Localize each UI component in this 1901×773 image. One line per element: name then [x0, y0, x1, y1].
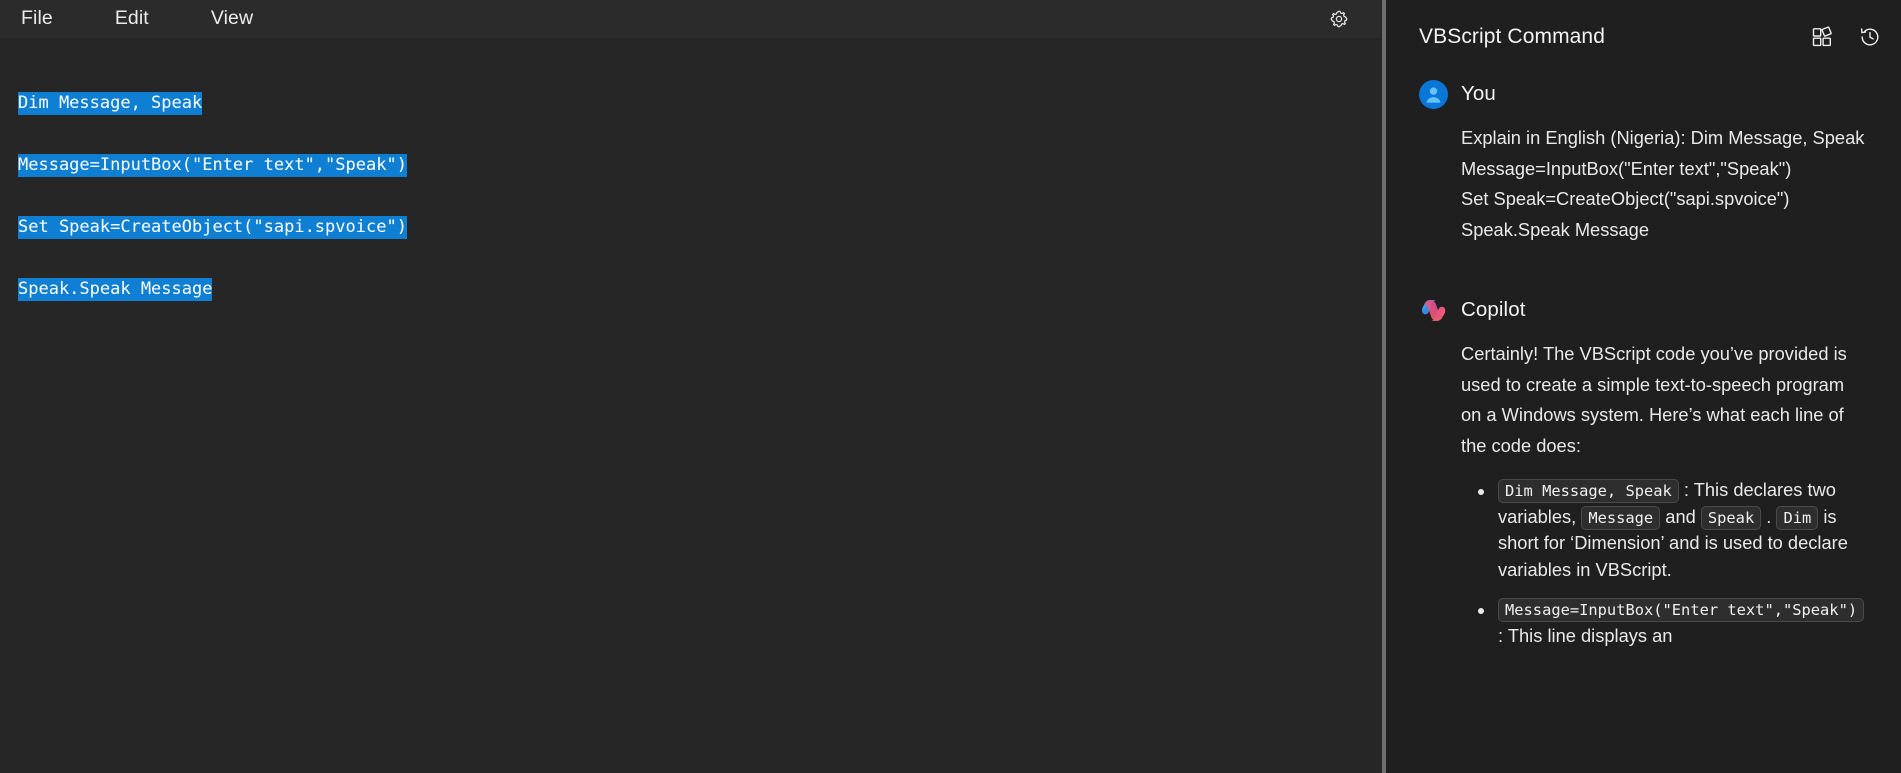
inline-code: Speak [1700, 505, 1762, 530]
code-line-text: Set Speak=CreateObject("sapi.spvoice") [18, 215, 407, 239]
message-body: Certainly! The VBScript code you’ve prov… [1461, 331, 1867, 649]
chat-message-list[interactable]: You Explain in English (Nigeria): Dim Me… [1386, 73, 1901, 773]
message-body: Explain in English (Nigeria): Dim Messag… [1461, 115, 1867, 245]
app-root: File Edit View Dim Message, Speak Messag… [0, 0, 1901, 773]
message-header: You [1419, 73, 1867, 115]
copilot-logo-icon [1419, 296, 1448, 325]
user-prompt-text: Explain in English (Nigeria): Dim Messag… [1461, 127, 1865, 240]
code-line-text: Message=InputBox("Enter text","Speak") [18, 153, 407, 177]
chat-header-actions [1809, 24, 1883, 50]
code-line: Speak.Speak Message [18, 277, 213, 301]
code-line: Dim Message, Speak [18, 92, 203, 116]
menu-bar: File Edit View [0, 0, 1382, 38]
list-item-text: and [1660, 505, 1701, 527]
plugins-button[interactable] [1809, 24, 1835, 50]
inline-code: Dim [1776, 505, 1819, 530]
history-icon [1859, 26, 1881, 48]
explanation-list: Dim Message, Speak : This declares two v… [1461, 477, 1867, 649]
message-author: You [1461, 82, 1496, 105]
gear-icon [1329, 9, 1349, 29]
menu-edit[interactable]: Edit [105, 9, 159, 29]
menu-view[interactable]: View [201, 9, 263, 29]
list-item: Message=InputBox("Enter text","Speak") :… [1461, 596, 1867, 649]
editor-pane: File Edit View Dim Message, Speak Messag… [0, 0, 1382, 773]
list-item: Dim Message, Speak : This declares two v… [1461, 477, 1867, 583]
menu-file[interactable]: File [11, 9, 63, 29]
message-author: Copilot [1461, 298, 1526, 321]
code-line: Set Speak=CreateObject("sapi.spvoice") [18, 215, 407, 239]
message-header: Copilot [1419, 289, 1867, 331]
user-avatar-icon [1419, 79, 1448, 109]
list-item-text: . [1761, 505, 1777, 527]
code-block[interactable]: Dim Message, Speak Message=InputBox("Ent… [0, 52, 1382, 340]
apps-grid-icon [1811, 25, 1833, 48]
code-line: Message=InputBox("Enter text","Speak") [18, 153, 407, 177]
code-line-text: Dim Message, Speak [18, 92, 203, 116]
chat-message-copilot: Copilot Certainly! The VBScript code you… [1419, 289, 1867, 649]
history-button[interactable] [1857, 24, 1883, 50]
chat-header: VBScript Command [1386, 0, 1901, 73]
copilot-intro-text: Certainly! The VBScript code you’ve prov… [1461, 343, 1847, 456]
code-editor-area[interactable]: Dim Message, Speak Message=InputBox("Ent… [0, 38, 1382, 773]
list-item-text: : This line displays an [1498, 624, 1673, 646]
copilot-chat-panel: VBScript Command You Explain in English … [1386, 0, 1901, 773]
inline-code: Message=InputBox("Enter text","Speak") [1498, 598, 1865, 622]
code-line-text: Speak.Speak Message [18, 277, 213, 301]
inline-code: Message [1581, 505, 1661, 530]
chat-title: VBScript Command [1419, 24, 1605, 48]
chat-message-user: You Explain in English (Nigeria): Dim Me… [1419, 73, 1867, 245]
inline-code: Dim Message, Speak [1498, 479, 1679, 503]
settings-button[interactable] [1327, 7, 1351, 31]
